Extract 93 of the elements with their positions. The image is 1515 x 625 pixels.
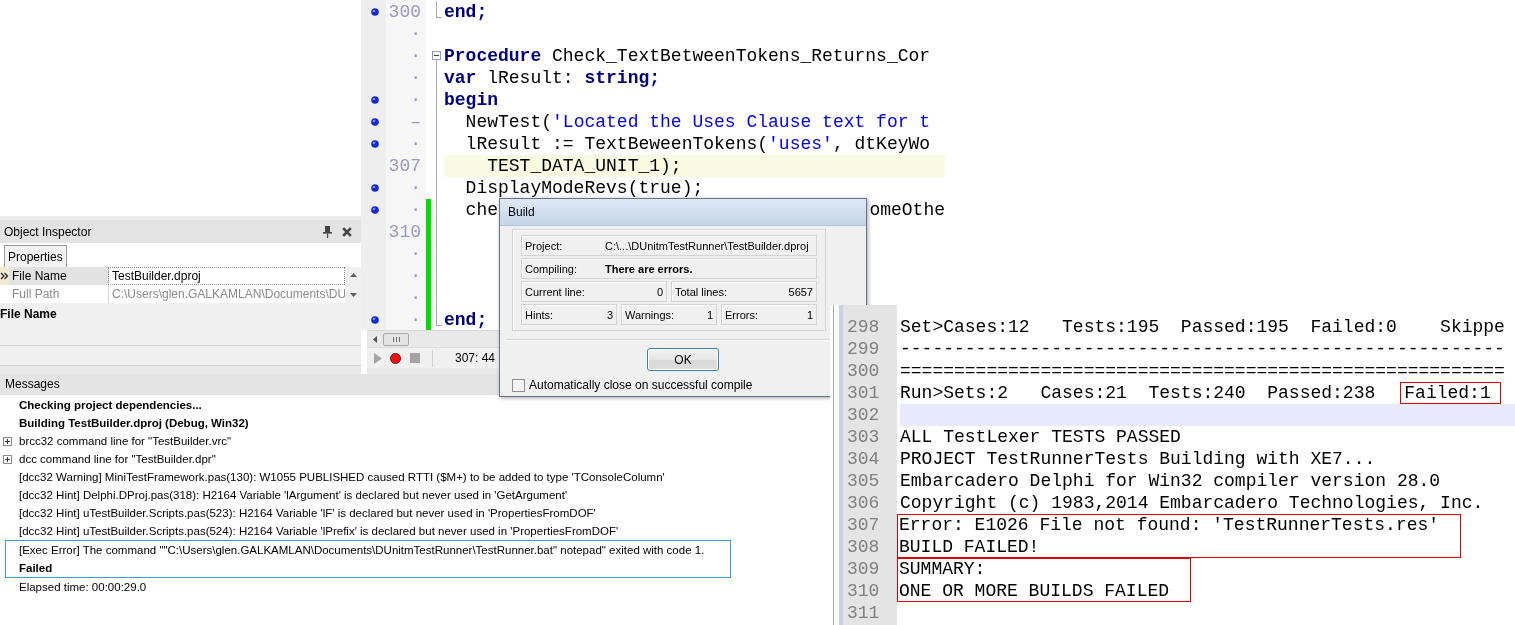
console-line: ALL TestLexer TESTS PASSED — [900, 426, 1181, 448]
console-line: Error: E1026 File not found: 'TestRunnerTests.res' — [899, 514, 1440, 536]
code-line: NewTest('Located the Uses Clause text for t — [464, 111, 931, 133]
message-line[interactable]: [Exec Error] The command ""C:\Users\glen.GALKAMLAN\Documents\DUnitmTestRunner\TestRunner.bat" notepad" exited with code 1. — [19, 544, 705, 556]
code-line: DisplayModeRevs(true); — [464, 177, 704, 199]
code-line: lResult := TextBeweenTokens('uses', dtKeyWo — [464, 133, 931, 155]
line-number: · — [410, 24, 421, 44]
checkbox-label[interactable]: Automatically close on successful compile — [529, 378, 753, 392]
tab[interactable]: Properties — [4, 245, 67, 267]
line-number: · — [410, 134, 421, 154]
field-value: 0 — [656, 285, 663, 298]
ok-button[interactable]: OK — [647, 348, 719, 371]
cursor-position: 307: 44 — [453, 351, 495, 365]
line-number: · — [410, 244, 421, 264]
line-number: 303 — [847, 426, 880, 448]
field-label: Project: — [525, 239, 564, 252]
line-number: 310 — [847, 580, 880, 602]
line-number: 300 — [388, 2, 421, 22]
close-icon[interactable] — [342, 226, 352, 237]
line-number: · — [410, 310, 421, 330]
line-number: 309 — [847, 558, 880, 580]
line-number: 298 — [847, 316, 880, 338]
field-value: There are errors. — [605, 262, 693, 275]
line-number: · — [410, 178, 421, 198]
field-label: Errors: — [725, 308, 758, 321]
code-line: Procedure Check_TextBetweenTokens_Returns_Cor — [444, 45, 931, 67]
line-number: 310 — [388, 222, 421, 242]
message-line[interactable]: brcc32 command line for "TestBuilder.vrc" — [19, 435, 232, 447]
field-label: Total lines: — [675, 285, 727, 298]
console-line: PROJECT TestRunnerTests Building with XE7... — [900, 448, 1376, 470]
line-number: · — [410, 288, 421, 308]
line-number: · — [410, 200, 421, 220]
field-value: 1 — [806, 308, 813, 321]
field-label: Current line: — [525, 285, 585, 298]
console-line: -------------------------------------------------------- — [900, 338, 1505, 360]
line-number: · — [410, 46, 421, 66]
pin-icon[interactable] — [323, 225, 332, 238]
expand-icon[interactable] — [3, 454, 12, 464]
message-line[interactable]: [dcc32 Warning] MiniTestFramework.pas(130): W1055 PUBLISHED caused RTTI ($M+) to be added to type 'TConsoleColumn' — [19, 471, 665, 483]
message-line[interactable]: dcc command line for "TestBuilder.dpr" — [19, 453, 216, 465]
line-number: 307 — [847, 514, 880, 536]
scroll-down-icon[interactable] — [349, 293, 357, 297]
field-label: Compiling: — [525, 262, 578, 275]
message-line[interactable]: [dcc32 Hint] Delphi.DProj.pas(318): H2164 Variable 'lArgument' is declared but never used in 'GetArgument' — [19, 489, 568, 501]
line-number: 299 — [847, 338, 880, 360]
collapse-icon[interactable] — [432, 51, 441, 60]
property-name[interactable]: File Name — [9, 267, 108, 285]
field-value: 3 — [606, 308, 613, 321]
scroll-thumb[interactable] — [383, 332, 409, 346]
code-line: omeOthe — [869, 199, 945, 221]
message-line[interactable]: Elapsed time: 00:00:29.0 — [19, 581, 147, 593]
message-line[interactable]: Failed — [19, 562, 53, 574]
code-line: che — [464, 199, 498, 221]
checkbox[interactable] — [512, 378, 525, 392]
property-value-field[interactable]: TestBuilder.dproj — [108, 267, 345, 285]
line-number: – — [410, 112, 421, 132]
code-line: end; — [444, 1, 488, 23]
record-icon[interactable] — [390, 352, 401, 364]
line-number: 306 — [847, 492, 880, 514]
code-line: TEST_DATA_UNIT_1); — [486, 155, 682, 177]
field-value: 1 — [706, 308, 713, 321]
line-number: · — [410, 68, 421, 88]
field-value: C:\...\DUnitmTestRunner\TestBuilder.dproj — [605, 239, 809, 252]
line-number: 308 — [847, 536, 880, 558]
field-label: Warnings: — [625, 308, 675, 321]
line-number: · — [410, 266, 421, 286]
message-line[interactable]: [dcc32 Hint] uTestBuilder.Scripts.pas(524): H2164 Variable 'lPrefix' is declared but never used in 'PropertiesFromDOF' — [19, 525, 619, 537]
field-label: Hints: — [525, 308, 554, 321]
console-line: SUMMARY: — [899, 558, 986, 580]
panel-title: Object Inspector — [4, 224, 93, 239]
console-line: ONE OR MORE BUILDS FAILED — [899, 580, 1170, 602]
dialog-title: Build — [500, 199, 866, 226]
code-line: var lResult: string; — [444, 67, 661, 89]
message-line[interactable]: Building TestBuilder.dproj (Debug, Win32) — [19, 417, 249, 429]
line-number: 302 — [847, 404, 880, 426]
console-line: Set>Cases:12 Tests:195 Passed:195 Failed:0 Skippe — [900, 316, 1505, 338]
message-line[interactable]: [dcc32 Hint] uTestBuilder.Scripts.pas(523): H2164 Variable 'lF' is declared but never used in 'PropertiesFromDOF' — [19, 507, 596, 519]
console-line: Copyright (c) 1983,2014 Embarcadero Technologies, Inc. — [900, 492, 1484, 514]
field-value: 5657 — [788, 285, 813, 298]
scroll-left-icon[interactable] — [373, 335, 377, 343]
line-number: 311 — [847, 602, 880, 624]
scroll-up-icon[interactable] — [349, 273, 357, 277]
console-line: BUILD FAILED! — [899, 536, 1040, 558]
console-line: Embarcadero Delphi for Win32 compiler version 28.0 — [900, 470, 1441, 492]
line-number: · — [410, 90, 421, 110]
message-line[interactable]: Checking project dependencies... — [19, 399, 202, 411]
line-number: 304 — [847, 448, 880, 470]
expand-icon[interactable] — [3, 436, 12, 446]
property-description: File Name — [0, 307, 57, 321]
line-number: 307 — [388, 156, 421, 176]
code-line: begin — [444, 89, 498, 111]
code-line: end; — [444, 309, 488, 331]
line-number: 305 — [847, 470, 880, 492]
